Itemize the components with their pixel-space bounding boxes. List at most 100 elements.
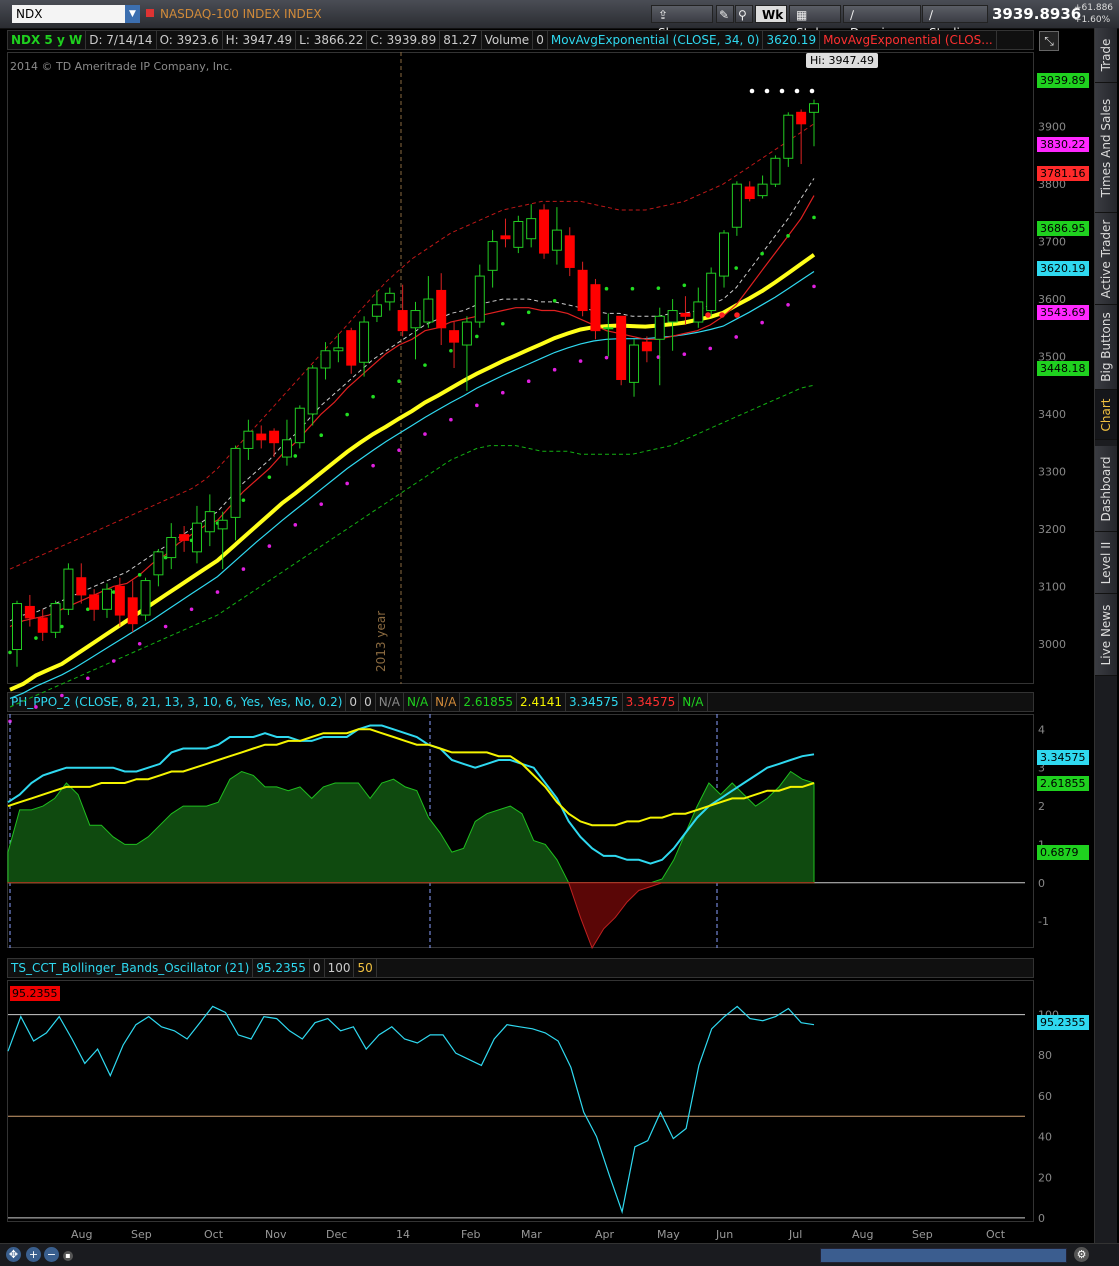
candle-body	[436, 289, 447, 329]
green-dot	[345, 412, 349, 417]
magenta-dot	[215, 590, 220, 594]
tab-active-trader-label: Active Trader	[1099, 219, 1113, 298]
bbo-axis-tick: 0	[1038, 1212, 1045, 1225]
candle-body	[127, 597, 138, 625]
candle-body	[667, 310, 678, 323]
candle-body	[37, 617, 48, 633]
tab-live-news-label: Live News	[1099, 604, 1113, 665]
candle-body	[719, 232, 730, 277]
time-axis-tick: Apr	[595, 1228, 615, 1241]
tab-big-buttons-label: Big Buttons	[1099, 312, 1113, 382]
tab-trade[interactable]: Trade	[1095, 28, 1117, 83]
tab-chart[interactable]: Chart	[1095, 390, 1117, 440]
green-dot	[137, 573, 142, 577]
zoom-reset-icon[interactable]: ▪	[63, 1251, 73, 1261]
time-axis-tick: Oct	[986, 1228, 1006, 1241]
bbo-axis-tick: 60	[1038, 1090, 1052, 1103]
candle-body	[256, 433, 267, 441]
ppo-value-tag: 0.6879	[1037, 845, 1089, 860]
zoom-out-icon[interactable]: −	[44, 1247, 59, 1262]
candle-body	[577, 269, 588, 312]
green-dot	[241, 498, 246, 502]
ma-line-cyan	[9, 270, 815, 699]
candle-body	[140, 580, 151, 616]
candle-body	[76, 577, 87, 596]
time-scrollbar[interactable]	[820, 1248, 1067, 1263]
magenta-dot	[760, 320, 764, 325]
tab-active-trader[interactable]: Active Trader	[1095, 213, 1117, 305]
tab-times-and-sales[interactable]: Times And Sales	[1095, 83, 1117, 213]
time-axis-tick: May	[657, 1228, 680, 1241]
tab-live-news[interactable]: Live News	[1095, 594, 1117, 676]
candle-body	[281, 439, 292, 458]
time-axis-tick: Aug	[71, 1228, 92, 1241]
candle-body	[629, 344, 640, 383]
white-signal-dot	[764, 88, 770, 94]
time-axis-tick: Jun	[715, 1228, 733, 1241]
candle-body	[204, 511, 215, 533]
magenta-dot	[423, 432, 427, 436]
magenta-dot	[163, 624, 168, 629]
candle-body	[320, 350, 331, 369]
magenta-dot	[786, 303, 790, 307]
tab-level-ii-label: Level II	[1099, 541, 1113, 584]
tab-dashboard-label: Dashboard	[1099, 455, 1113, 522]
green-dot	[604, 286, 609, 291]
green-dot	[60, 624, 64, 629]
candle-body	[474, 275, 485, 323]
sidebar: Trade Times And Sales Active Trader Big …	[1094, 28, 1117, 1243]
ppo-histogram-positive	[7, 770, 815, 884]
hi-label: Hi: 3947.49	[806, 53, 879, 68]
tab-dashboard[interactable]: Dashboard	[1095, 446, 1117, 532]
price-value-tag: 3448.18	[1037, 361, 1089, 376]
green-dot	[500, 321, 505, 326]
green-dot	[475, 334, 479, 339]
time-axis-tick: Dec	[326, 1228, 347, 1241]
candle-body	[796, 111, 807, 125]
tab-big-buttons[interactable]: Big Buttons	[1095, 305, 1117, 390]
candle-body	[191, 522, 202, 553]
magenta-dot	[267, 544, 272, 548]
candle-body	[539, 209, 550, 254]
bbo-value-tag: 95.2355	[1037, 1015, 1089, 1030]
candle-body	[333, 347, 344, 352]
magenta-dot	[60, 693, 64, 698]
magenta-dot	[189, 607, 194, 612]
green-dot	[682, 283, 687, 288]
tab-chart-label: Chart	[1099, 398, 1113, 431]
bbo-axis-tick: 40	[1038, 1131, 1052, 1144]
ppo-histogram-negative	[7, 882, 815, 950]
green-dot	[526, 310, 531, 315]
white-signal-dot	[779, 88, 785, 94]
time-axis-tick: 14	[396, 1228, 410, 1241]
magenta-dot	[241, 567, 246, 571]
candle-body	[179, 534, 190, 541]
candle-body	[12, 603, 22, 651]
price-axis-tick: 3900	[1038, 121, 1066, 134]
cursor-mode-icon[interactable]: ✥	[6, 1247, 21, 1262]
candle-body	[603, 327, 614, 330]
time-axis-tick: Nov	[265, 1228, 287, 1241]
candle-body	[166, 536, 177, 559]
price-value-tag: 3543.69	[1037, 305, 1089, 320]
settings-icon[interactable]: ⚙	[1074, 1247, 1089, 1262]
magenta-dot	[708, 346, 713, 351]
green-dot	[34, 636, 38, 640]
candle-body	[757, 183, 768, 197]
green-dot	[812, 215, 816, 220]
candle-body	[410, 310, 421, 329]
red-signal-dot	[705, 312, 711, 318]
candle-body	[371, 304, 382, 317]
green-dot	[86, 607, 90, 612]
candle-body	[114, 585, 125, 616]
price-value-tag: 3939.89	[1037, 73, 1089, 88]
candle-body	[359, 321, 370, 363]
magenta-dot	[319, 502, 324, 506]
tab-level-ii[interactable]: Level II	[1095, 532, 1117, 594]
zoom-in-icon[interactable]: +	[26, 1247, 41, 1262]
tab-times-and-sales-label: Times And Sales	[1099, 98, 1113, 197]
candle-body	[50, 603, 61, 633]
ppo-axis-tick: 4	[1038, 723, 1045, 736]
candle-body	[89, 594, 100, 610]
magenta-dot	[397, 448, 401, 452]
